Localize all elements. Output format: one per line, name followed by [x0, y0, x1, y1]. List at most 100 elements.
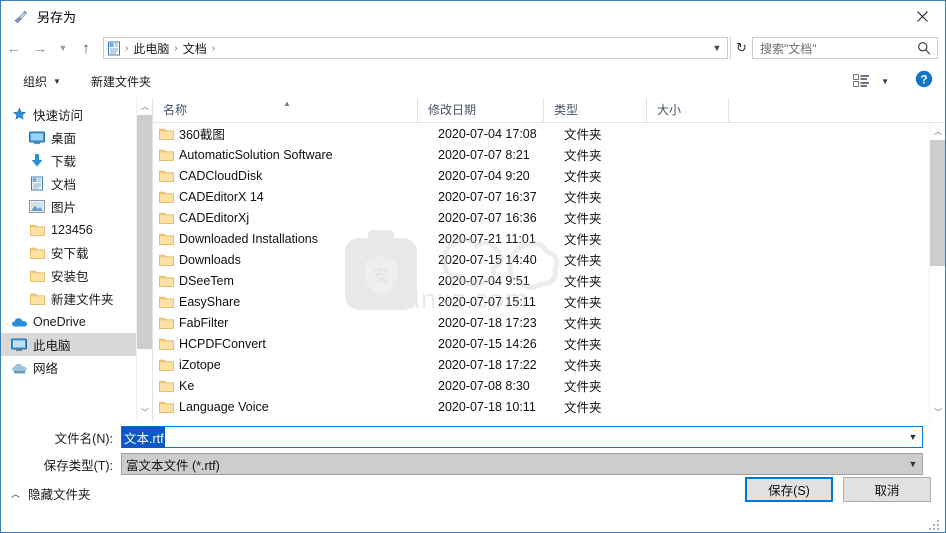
sidebar-scroll-thumb[interactable]: [137, 115, 152, 349]
sidebar-item-6[interactable]: 安下载: [1, 241, 152, 264]
column-header-type[interactable]: 类型: [544, 98, 647, 123]
file-name-cell: iZotope: [179, 357, 221, 372]
hide-folders-toggle[interactable]: ︿ 隐藏文件夹: [11, 484, 91, 503]
folder-icon: [153, 295, 179, 308]
sidebar-item-0[interactable]: 快速访问: [1, 103, 152, 126]
file-date-cell: 2020-07-21 11:01: [438, 231, 536, 246]
title-bar: 另存为: [1, 1, 945, 32]
table-row[interactable]: CADCloudDisk 2020-07-04 9:20 文件夹: [153, 165, 929, 186]
search-icon: [917, 41, 931, 60]
command-bar-right: ▼ ?: [848, 70, 933, 93]
breadcrumb-documents[interactable]: 文档: [179, 40, 211, 57]
file-name-cell: Downloads: [179, 252, 241, 267]
filetype-chevron-down-icon[interactable]: ▼: [904, 454, 922, 474]
table-row[interactable]: DSeeTem 2020-07-04 9:51 文件夹: [153, 270, 929, 291]
sidebar-items: 快速访问 桌面 下载 文档 图片 123456 安下载 安装包 新建文件夹 On…: [1, 98, 152, 379]
folder-icon: [27, 269, 47, 282]
sidebar-item-5[interactable]: 123456: [1, 218, 152, 241]
new-folder-label: 新建文件夹: [90, 74, 151, 89]
column-header-size[interactable]: 大小: [647, 98, 729, 123]
folder-icon: [153, 337, 179, 350]
table-row[interactable]: 360截图 2020-07-04 17:08 文件夹: [153, 123, 929, 144]
recent-locations-chevron-down-icon[interactable]: ▼: [53, 35, 73, 61]
table-row[interactable]: Language Voice 2020-07-18 10:11 文件夹: [153, 396, 929, 417]
table-row[interactable]: FabFilter 2020-07-18 17:23 文件夹: [153, 312, 929, 333]
breadcrumb-separator: ›: [211, 42, 216, 54]
cancel-button[interactable]: 取消: [843, 477, 931, 502]
desktop-icon: [27, 131, 47, 145]
download-icon: [27, 153, 47, 168]
sidebar-scroll-track[interactable]: [137, 115, 152, 404]
resize-grip[interactable]: [929, 518, 941, 530]
search-input[interactable]: 搜索"文档": [752, 37, 938, 59]
table-row[interactable]: CADEditorXj 2020-07-07 16:36 文件夹: [153, 207, 929, 228]
list-scroll-track[interactable]: [930, 140, 945, 404]
file-type-cell: 文件夹: [564, 149, 602, 163]
sidebar-item-1[interactable]: 桌面: [1, 126, 152, 149]
table-row[interactable]: Ke 2020-07-08 8:30 文件夹: [153, 375, 929, 396]
table-row[interactable]: HCPDFConvert 2020-07-15 14:26 文件夹: [153, 333, 929, 354]
paintbrush-icon: [11, 8, 29, 26]
new-folder-button[interactable]: 新建文件夹: [83, 69, 159, 94]
this-pc-icon: [9, 338, 29, 352]
sidebar-scrollbar[interactable]: ︿ ﹀: [136, 98, 152, 421]
folder-icon: [153, 358, 179, 371]
view-layout-icon[interactable]: [848, 70, 875, 92]
folder-icon: [153, 379, 179, 392]
sidebar-item-3[interactable]: 文档: [1, 172, 152, 195]
sidebar-scroll-down-icon[interactable]: ﹀: [137, 404, 152, 421]
view-chevron-down-icon[interactable]: ▼: [877, 73, 897, 90]
sidebar-item-11[interactable]: 网络: [1, 356, 152, 379]
sidebar-item-7[interactable]: 安装包: [1, 264, 152, 287]
filename-field-row: 文件名(N): 文本.rtf ▼: [1, 426, 945, 448]
refresh-icon[interactable]: ↻: [730, 37, 752, 59]
save-button[interactable]: 保存(S): [745, 477, 833, 502]
close-icon[interactable]: [899, 1, 945, 31]
table-row[interactable]: Downloaded Installations 2020-07-21 11:01…: [153, 228, 929, 249]
sidebar-item-8[interactable]: 新建文件夹: [1, 287, 152, 310]
help-icon[interactable]: ?: [915, 70, 933, 93]
table-row[interactable]: EasyShare 2020-07-07 15:11 文件夹: [153, 291, 929, 312]
filename-chevron-down-icon[interactable]: ▼: [904, 427, 922, 447]
column-header-date[interactable]: 修改日期: [418, 98, 544, 123]
filetype-value: 富文本文件 (*.rtf): [126, 458, 220, 473]
table-row[interactable]: CADEditorX 14 2020-07-07 16:37 文件夹: [153, 186, 929, 207]
sidebar-item-4[interactable]: 图片: [1, 195, 152, 218]
table-row[interactable]: iZotope 2020-07-18 17:22 文件夹: [153, 354, 929, 375]
folder-icon: [153, 169, 179, 182]
filename-input[interactable]: 文本.rtf ▼: [121, 426, 923, 448]
sidebar-item-2[interactable]: 下载: [1, 149, 152, 172]
up-arrow-icon[interactable]: ↑: [73, 35, 99, 61]
file-name-cell: CADCloudDisk: [179, 168, 263, 183]
file-name-cell: HCPDFConvert: [179, 336, 266, 351]
file-type-cell: 文件夹: [564, 380, 602, 394]
list-scroll-thumb[interactable]: [930, 140, 945, 266]
back-arrow-icon[interactable]: ←: [1, 35, 27, 61]
list-scroll-up-icon[interactable]: ︿: [930, 123, 945, 140]
file-date-cell: 2020-07-18 10:11: [438, 399, 536, 414]
svg-text:?: ?: [920, 74, 927, 86]
navigation-sidebar: 快速访问 桌面 下载 文档 图片 123456 安下载 安装包 新建文件夹 On…: [1, 98, 153, 421]
search-placeholder: 搜索"文档": [760, 41, 817, 56]
organize-button[interactable]: 组织 ▼: [15, 69, 69, 94]
sidebar-item-9[interactable]: OneDrive: [1, 310, 152, 333]
file-type-cell: 文件夹: [564, 128, 602, 142]
sidebar-item-label: 快速访问: [33, 109, 84, 123]
table-row[interactable]: AutomaticSolution Software 2020-07-07 8:2…: [153, 144, 929, 165]
file-list-scrollbar[interactable]: ︿ ﹀: [929, 123, 945, 421]
table-row[interactable]: Downloads 2020-07-15 14:40 文件夹: [153, 249, 929, 270]
address-chevron-down-icon[interactable]: ▼: [707, 43, 727, 53]
chevron-up-icon: ︿: [11, 489, 21, 499]
sidebar-scroll-up-icon[interactable]: ︿: [137, 98, 152, 115]
list-scroll-down-icon[interactable]: ﹀: [930, 404, 945, 421]
address-bar[interactable]: › 此电脑 › 文档 › ▼: [103, 37, 728, 59]
sidebar-item-10[interactable]: 此电脑: [1, 333, 152, 356]
breadcrumb-this-pc[interactable]: 此电脑: [129, 40, 173, 57]
forward-arrow-icon[interactable]: →: [27, 35, 53, 61]
filetype-select[interactable]: 富文本文件 (*.rtf) ▼: [121, 453, 923, 475]
file-date-cell: 2020-07-15 14:26: [438, 336, 537, 351]
file-date-cell: 2020-07-15 14:40: [438, 252, 537, 267]
hide-folders-label: 隐藏文件夹: [28, 488, 91, 502]
documents-folder-icon: [104, 41, 124, 56]
folder-icon: [27, 246, 47, 259]
